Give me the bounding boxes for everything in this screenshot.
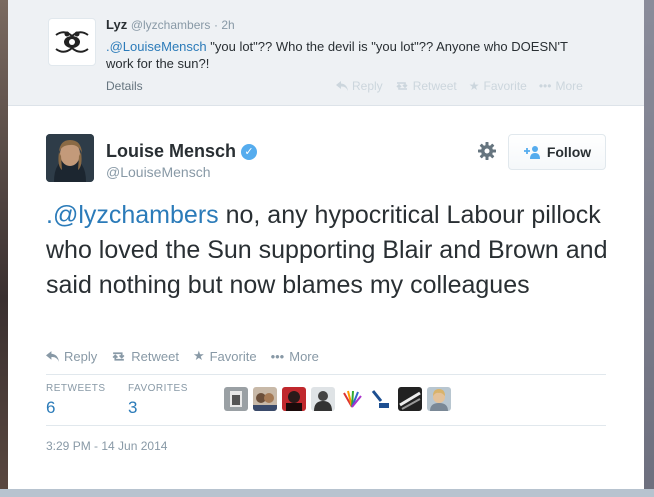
user-avatar-icon — [427, 387, 451, 411]
star-icon: ★ — [192, 348, 205, 363]
reply-button[interactable]: Reply — [46, 348, 97, 364]
background-right-edge — [644, 0, 654, 497]
user-face-avatar[interactable] — [311, 387, 335, 411]
user-face-avatar[interactable] — [369, 387, 393, 411]
user-face-avatar[interactable] — [282, 387, 306, 411]
parent-reply-button[interactable]: Reply — [336, 79, 383, 93]
retweet-button[interactable]: Retweet — [111, 348, 179, 364]
parent-more-label: More — [555, 79, 583, 93]
retweets-stat[interactable]: RETWEETS 6 — [46, 383, 106, 418]
main-tweet: Louise Mensch ✓ @LouiseMensch Follow .@l… — [8, 106, 644, 489]
favorites-stat[interactable]: FAVORITES 3 — [128, 383, 188, 418]
favorites-count: 3 — [128, 398, 138, 417]
parent-display-name[interactable]: Lyz — [106, 17, 127, 32]
reply-icon — [46, 350, 59, 362]
user-face-avatar[interactable] — [253, 387, 277, 411]
parent-tweet-text: .@LouiseMensch "you lot"?? Who the devil… — [106, 38, 576, 72]
more-button[interactable]: ••• More — [271, 348, 319, 364]
follow-button[interactable]: Follow — [508, 134, 606, 170]
user-faces — [224, 387, 451, 411]
reply-icon — [336, 81, 348, 91]
page-bottom-edge — [0, 489, 654, 497]
display-name-text: Louise Mensch — [106, 141, 237, 161]
user-avatar-icon — [398, 387, 422, 411]
parent-retweet-label: Retweet — [412, 79, 457, 93]
flying-spaghetti-logo-icon — [55, 31, 89, 53]
gear-icon[interactable] — [476, 140, 498, 162]
more-icon: ••• — [538, 79, 552, 93]
retweet-icon — [112, 351, 125, 361]
background-left-edge — [0, 0, 8, 497]
avatar[interactable] — [48, 18, 96, 66]
tweet-text: .@lyzchambers no, any hypocritical Labou… — [46, 198, 616, 303]
user-face-avatar[interactable] — [340, 387, 364, 411]
favorite-label: Favorite — [209, 348, 257, 364]
user-face-avatar[interactable] — [224, 387, 248, 411]
parent-retweet-button[interactable]: Retweet — [395, 79, 457, 93]
retweet-label: Retweet — [131, 348, 179, 364]
add-user-icon — [523, 146, 540, 159]
tweet-timestamp[interactable]: 3:29 PM - 14 Jun 2014 — [46, 439, 167, 453]
favorite-button[interactable]: ★ Favorite — [193, 348, 257, 364]
user-avatar-icon — [340, 387, 364, 411]
retweet-icon — [396, 82, 408, 90]
display-name[interactable]: Louise Mensch ✓ — [106, 141, 258, 162]
parent-tweet[interactable]: Lyz @lyzchambers · 2h .@LouiseMensch "yo… — [8, 0, 644, 106]
parent-actions: Reply Retweet ★ Favorite ••• More — [336, 79, 583, 93]
avatar[interactable] — [46, 134, 94, 182]
retweets-count: 6 — [46, 398, 56, 417]
verified-badge-icon: ✓ — [241, 143, 258, 160]
parent-tweet-header: Lyz @lyzchambers · 2h — [106, 17, 235, 33]
star-icon: ★ — [468, 79, 480, 93]
user-avatar-icon — [282, 387, 306, 411]
user-avatar-icon — [369, 387, 393, 411]
follow-label: Follow — [546, 144, 592, 160]
user-face-avatar[interactable] — [398, 387, 422, 411]
tweet-actions: Reply Retweet ★ Favorite ••• More — [46, 348, 319, 364]
more-icon: ••• — [270, 348, 285, 364]
user-avatar-icon — [224, 387, 248, 411]
retweets-label: RETWEETS — [46, 383, 106, 394]
divider — [46, 374, 606, 375]
divider — [46, 425, 606, 426]
more-label: More — [289, 348, 319, 364]
details-link[interactable]: Details — [106, 79, 143, 93]
user-face-avatar[interactable] — [427, 387, 451, 411]
parent-mention-link[interactable]: .@LouiseMensch — [106, 39, 207, 54]
user-avatar-icon — [253, 387, 277, 411]
parent-reply-label: Reply — [352, 79, 383, 93]
profile-photo-icon — [46, 134, 94, 182]
parent-handle[interactable]: @lyzchambers — [131, 18, 211, 32]
parent-time[interactable]: · 2h — [214, 18, 235, 32]
favorites-label: FAVORITES — [128, 383, 188, 394]
parent-more-button[interactable]: ••• More — [539, 79, 583, 93]
user-handle[interactable]: @LouiseMensch — [106, 164, 211, 180]
parent-favorite-label: Favorite — [483, 79, 527, 93]
parent-favorite-button[interactable]: ★ Favorite — [469, 79, 527, 93]
reply-label: Reply — [64, 348, 98, 364]
user-avatar-icon — [311, 387, 335, 411]
mention-link[interactable]: .@lyzchambers — [46, 201, 219, 229]
